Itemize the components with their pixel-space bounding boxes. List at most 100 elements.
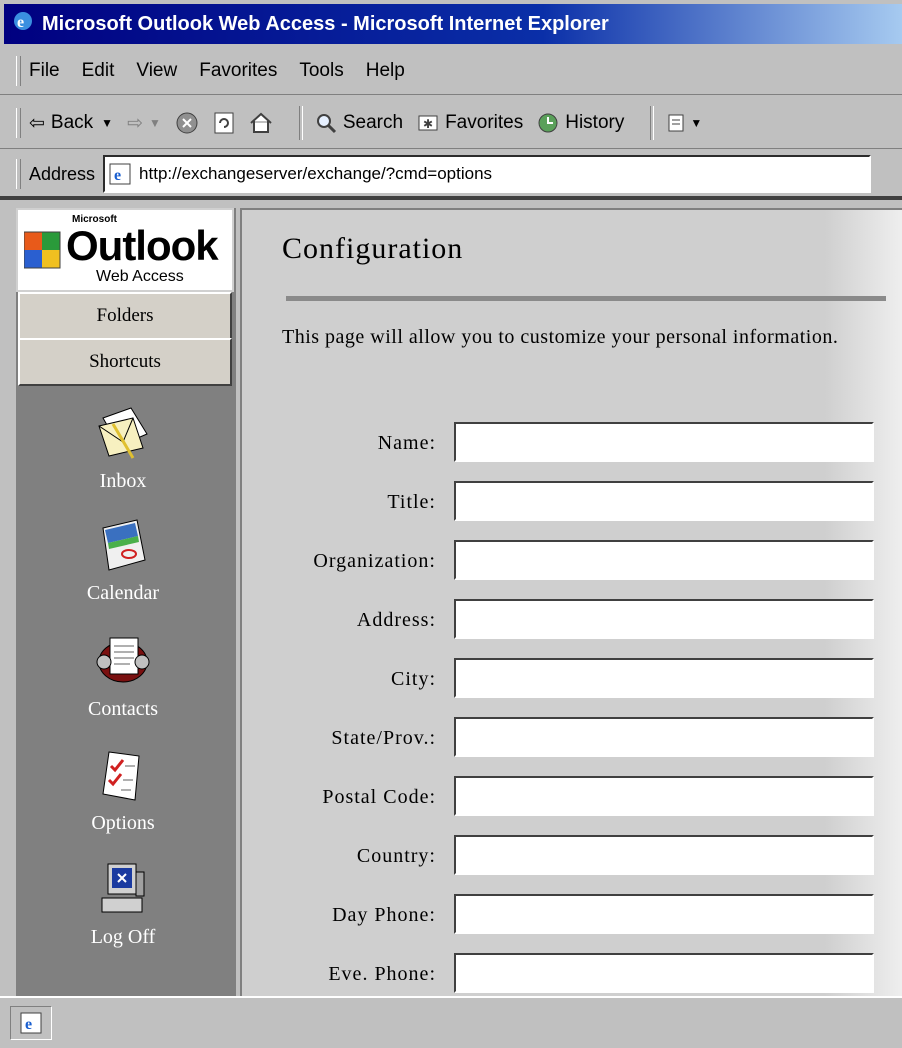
field-label-country: Country: (356, 845, 436, 867)
country-field[interactable] (454, 835, 874, 875)
favorites-button[interactable]: ✱ Favorites (417, 112, 523, 134)
stop-icon (176, 112, 198, 134)
status-bar: e (0, 996, 902, 1048)
form-row-organization: Organization: (242, 540, 902, 584)
field-label-eve-phone: Eve. Phone: (328, 963, 436, 985)
field-label-state: State/Prov.: (331, 727, 436, 749)
folders-button[interactable]: Folders (18, 292, 232, 340)
back-label: Back (50, 112, 94, 133)
forward-arrow-icon: ⇨ (127, 112, 143, 134)
search-button[interactable]: Search (315, 112, 403, 134)
menu-help[interactable]: Help (366, 60, 405, 82)
standard-toolbar: ⇦ Back ▼ ⇨ ▼ Search ✱ Favorites History … (0, 98, 902, 149)
svg-text:e: e (17, 14, 24, 31)
menu-tools[interactable]: Tools (299, 60, 343, 82)
form-row-city: City: (242, 658, 902, 702)
organization-field[interactable] (454, 540, 874, 580)
mail-dropdown-icon[interactable]: ▼ (690, 116, 702, 130)
address-label: Address (29, 163, 96, 184)
address-bar: Address e http://exchangeserver/exchange… (0, 152, 902, 196)
stop-button[interactable] (175, 111, 199, 135)
field-label-name: Name: (377, 432, 436, 454)
menu-file[interactable]: File (29, 60, 60, 82)
back-button[interactable]: ⇦ Back ▼ (29, 112, 113, 135)
history-button[interactable]: History (537, 112, 624, 134)
address-url: http://exchangeserver/exchange/?cmd=opti… (139, 164, 493, 183)
name-field[interactable] (454, 422, 874, 462)
shortcut-log-off[interactable]: Log Off (16, 862, 230, 949)
refresh-button[interactable] (213, 111, 235, 135)
mail-button[interactable]: ▼ (666, 111, 702, 135)
internet-explorer-icon: e (12, 10, 34, 38)
shortcut-label-inbox: Inbox (99, 470, 147, 492)
favorites-icon: ✱ (418, 115, 438, 131)
address-field[interactable] (454, 599, 874, 639)
shortcut-label-log-off: Log Off (90, 926, 156, 948)
shortcut-contacts[interactable]: Contacts (16, 632, 230, 721)
shortcut-calendar[interactable]: Calendar (16, 518, 230, 605)
mail-icon (668, 114, 684, 132)
log-off-icon (101, 863, 145, 913)
svg-text:e: e (25, 1016, 32, 1033)
calendar-icon (102, 519, 146, 571)
search-label: Search (342, 112, 404, 133)
shortcut-label-calendar: Calendar (86, 582, 160, 604)
form-row-state: State/Prov.: (242, 717, 902, 761)
page-title: Configuration (282, 232, 464, 265)
history-label: History (565, 112, 625, 133)
shortcut-label-contacts: Contacts (88, 698, 158, 720)
svg-text:✱: ✱ (423, 117, 433, 131)
office-logo-icon (24, 231, 61, 269)
window-title-bar: e Microsoft Outlook Web Access - Microso… (4, 4, 902, 44)
svg-text:e: e (114, 167, 121, 184)
field-label-address: Address: (356, 609, 436, 631)
contacts-icon (96, 637, 150, 683)
form-row-postal-code: Postal Code: (242, 776, 902, 820)
main-pane: Configuration This page will allow you t… (240, 208, 902, 998)
back-dropdown-icon[interactable]: ▼ (101, 116, 113, 130)
forward-button[interactable]: ⇨ ▼ (127, 112, 161, 135)
form-row-address: Address: (242, 599, 902, 643)
page-icon: e (109, 163, 131, 185)
eve-phone-field[interactable] (454, 953, 874, 993)
status-page-cell: e (10, 1006, 52, 1040)
day-phone-field[interactable] (454, 894, 874, 934)
outlook-web-access-logo: Microsoft Outlook Web Access (16, 208, 234, 292)
forward-dropdown-icon: ▼ (148, 116, 161, 130)
menu-favorites[interactable]: Favorites (199, 60, 277, 82)
refresh-icon (214, 112, 234, 134)
title-divider (286, 296, 886, 301)
postal-code-field[interactable] (454, 776, 874, 816)
address-input[interactable]: e http://exchangeserver/exchange/?cmd=op… (103, 155, 872, 193)
shortcut-options[interactable]: Options (16, 748, 230, 835)
city-field[interactable] (454, 658, 874, 698)
field-label-organization: Organization: (313, 550, 436, 572)
title-field[interactable] (454, 481, 874, 521)
shortcut-inbox[interactable]: Inbox (16, 404, 230, 493)
form-row-country: Country: (242, 835, 902, 879)
web-access-wordmark: Web Access (96, 268, 184, 285)
shortcuts-button[interactable]: Shortcuts (18, 338, 232, 386)
favorites-label: Favorites (445, 112, 524, 133)
home-icon (250, 112, 272, 133)
navigation-pane: Microsoft Outlook Web Access Folders Sho… (16, 208, 240, 996)
menu-bar: File Edit View Favorites Tools Help (0, 48, 902, 95)
home-button[interactable] (249, 111, 273, 135)
inbox-icon (98, 407, 148, 459)
shortcut-label-options: Options (91, 812, 155, 834)
state-field[interactable] (454, 717, 874, 757)
field-label-city: City: (390, 668, 436, 690)
page-description: This page will allow you to customize yo… (282, 326, 839, 348)
form-row-name: Name: (242, 422, 902, 466)
back-arrow-icon: ⇦ (29, 112, 45, 134)
form-row-day-phone: Day Phone: (242, 894, 902, 938)
window-title: Microsoft Outlook Web Access - Microsoft… (42, 12, 609, 35)
history-icon (538, 113, 558, 133)
form-row-title: Title: (242, 481, 902, 525)
menu-view[interactable]: View (136, 60, 177, 82)
search-icon (316, 114, 336, 134)
form-row-eve-phone: Eve. Phone: (242, 953, 902, 997)
page-content: Microsoft Outlook Web Access Folders Sho… (0, 200, 902, 998)
menu-edit[interactable]: Edit (82, 60, 115, 82)
field-label-day-phone: Day Phone: (332, 904, 436, 926)
